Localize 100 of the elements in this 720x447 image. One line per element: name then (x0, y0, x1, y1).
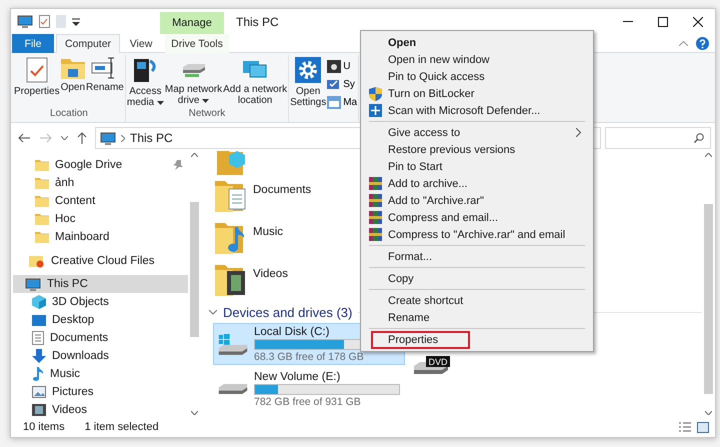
menu-item[interactable]: Give access to (363, 124, 591, 141)
sidebar-item[interactable]: Desktop (13, 311, 188, 329)
forward-arrow-icon (40, 133, 52, 143)
file-tab[interactable]: File (12, 34, 54, 53)
folder-icon (35, 195, 49, 207)
hard-drive-icon (218, 382, 248, 396)
document-icon (32, 331, 44, 345)
window-icon (327, 96, 342, 108)
menu-item[interactable]: Copy (363, 270, 591, 287)
ribbon-tab[interactable]: Drive Tools (165, 34, 229, 53)
sidebar-item[interactable]: Hoc (13, 210, 188, 228)
folder-name: Music (253, 225, 284, 238)
checked-document-icon (26, 57, 48, 83)
ribbon-command[interactable]: Sy (327, 76, 358, 92)
menu-item[interactable]: Create shortcut (363, 292, 591, 309)
up-arrow-icon (77, 132, 87, 144)
ribbon-command[interactable]: Add a network location (223, 55, 288, 108)
scrollbar[interactable] (188, 151, 201, 417)
properties-icon[interactable] (39, 15, 50, 28)
ribbon-tab[interactable]: View (122, 34, 160, 53)
computer-icon (25, 278, 41, 290)
menu-item[interactable]: Format... (363, 248, 591, 265)
search-field[interactable] (605, 127, 711, 149)
cube-icon (32, 295, 46, 309)
menu-item[interactable]: Rename (363, 309, 591, 326)
menu-item[interactable]: Open in new window (363, 51, 591, 68)
folder-name: Documents (253, 183, 312, 196)
defender-icon (369, 104, 382, 117)
submenu-chevron-icon (576, 128, 581, 137)
system-check-icon (327, 78, 342, 90)
large-icons-view-icon[interactable] (697, 422, 709, 432)
sidebar-item[interactable]: Pictures (13, 383, 188, 401)
chevron-down-icon (60, 136, 68, 140)
sidebar-item[interactable]: Documents (13, 329, 188, 347)
music-note-icon (32, 367, 44, 381)
drive-tile[interactable]: New Volume (E:) 782 GB free of 931 GB (213, 368, 405, 410)
folder-icon (35, 177, 49, 189)
sidebar-item[interactable]: Google Drive (13, 156, 188, 174)
sidebar-item[interactable]: Mainboard (13, 228, 188, 246)
menu-item[interactable]: Pin to Quick access (363, 68, 591, 85)
folder-icon (35, 213, 49, 225)
archive-books-icon (369, 228, 382, 241)
sidebar-item[interactable]: 3D Objects (13, 293, 188, 311)
media-player-icon (132, 57, 158, 83)
item-count: 10 items (23, 421, 65, 433)
camera-icon (327, 60, 342, 72)
sidebar-item[interactable]: Downloads (13, 347, 188, 365)
ribbon-command[interactable]: Access media (126, 55, 164, 108)
computer-icon (17, 15, 33, 28)
folder-icon (60, 57, 85, 79)
ribbon-command[interactable]: Open Settings (290, 55, 326, 122)
ribbon-command[interactable]: U (327, 58, 358, 74)
scroll-down-icon (191, 411, 198, 415)
desktop-icon (32, 314, 46, 326)
sidebar-item[interactable]: Creative Cloud Files (13, 252, 188, 270)
menu-item[interactable]: Open (363, 34, 591, 51)
archive-books-icon (369, 177, 382, 190)
folder-icon (35, 231, 49, 243)
folder-cloud-icon (29, 254, 45, 268)
ribbon-command[interactable]: Open (60, 55, 86, 108)
ribbon-command[interactable]: Ma (327, 94, 358, 110)
selection-count: 1 item selected (84, 421, 159, 433)
archive-books-icon (369, 194, 382, 207)
settings-gear-icon (295, 57, 322, 83)
search-icon (694, 133, 704, 143)
menu-item[interactable]: Pin to Start (363, 158, 591, 175)
menu-item[interactable]: Turn on BitLocker (363, 85, 591, 102)
ribbon-command[interactable]: Map network drive (164, 55, 222, 108)
sidebar-item[interactable]: Content (13, 192, 188, 210)
scroll-down-icon (705, 411, 712, 415)
scroll-up-icon (191, 153, 198, 157)
back-arrow-icon (18, 133, 30, 143)
sidebar-item[interactable]: Videos (13, 401, 188, 417)
windows-drive-icon (218, 331, 248, 357)
collapse-chevron-icon[interactable] (209, 310, 217, 314)
breadcrumb-item[interactable]: This PC (130, 131, 173, 145)
menu-item[interactable]: Add to archive... (363, 175, 591, 192)
customize-toolbar-icon[interactable] (72, 18, 80, 26)
group-label: Location (49, 108, 89, 121)
sidebar-item[interactable]: ảnh (13, 174, 188, 192)
menu-item[interactable]: Add to "Archive.rar" (363, 192, 591, 209)
download-arrow-icon (32, 349, 46, 363)
contextual-group-header: Manage (160, 12, 224, 34)
shield-icon (369, 87, 382, 101)
ribbon-tab[interactable]: Computer (56, 34, 120, 53)
menu-item[interactable]: Scan with Microsoft Defender... (363, 102, 591, 119)
ribbon-command[interactable]: Properties (14, 55, 60, 108)
scrollbar[interactable] (702, 151, 715, 417)
scroll-up-icon (705, 153, 712, 157)
menu-item[interactable]: Compress to "Archive.rar" and email (363, 226, 591, 243)
help-icon[interactable] (696, 36, 709, 50)
collapse-ribbon-icon[interactable] (679, 40, 688, 46)
details-view-icon[interactable] (679, 422, 691, 432)
3d-objects-folder-icon (215, 151, 245, 175)
window-title: This PC (235, 14, 280, 30)
sidebar-item[interactable]: This PC (13, 275, 188, 293)
menu-item[interactable]: Compress and email... (363, 209, 591, 226)
ribbon-command[interactable]: Rename (86, 55, 124, 108)
sidebar-item[interactable]: Music (13, 365, 188, 383)
picture-icon (32, 386, 46, 398)
